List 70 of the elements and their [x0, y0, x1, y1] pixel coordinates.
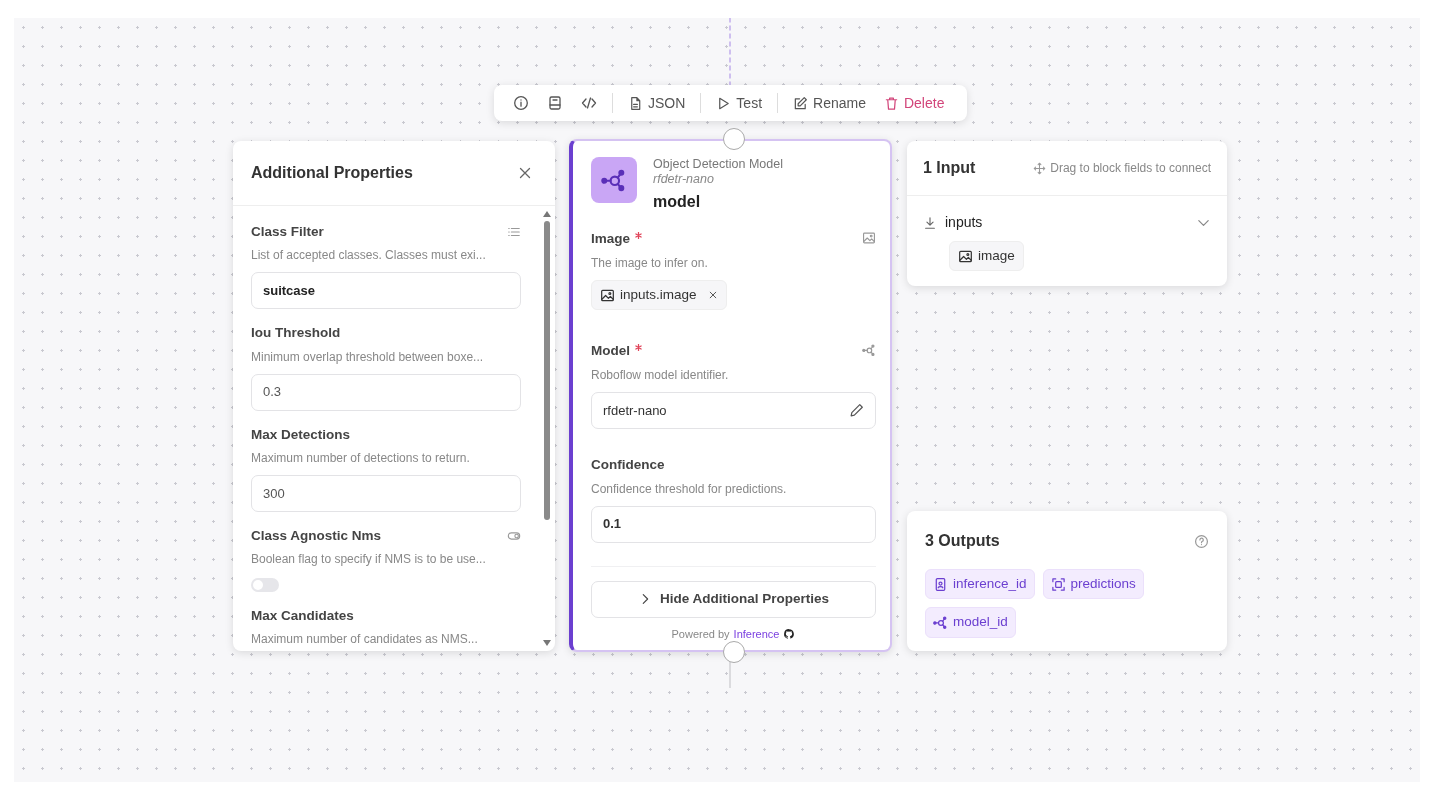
field-label: Max Detections [251, 425, 351, 444]
close-icon [517, 165, 533, 181]
scroll-up-icon[interactable] [542, 210, 552, 218]
panel-title: 1 Input [923, 158, 976, 178]
field-label: Iou Threshold [251, 324, 341, 343]
field-label: Model [591, 343, 630, 359]
code-icon [581, 95, 597, 111]
github-icon[interactable] [783, 627, 796, 640]
toolbar-button[interactable]: Delete [876, 88, 952, 118]
field-description: Maximum number of detections to return. [251, 449, 471, 467]
panel-title: Additional Properties [251, 163, 413, 183]
trash-icon [883, 95, 899, 111]
hide-properties-button[interactable]: Hide Additional Properties [591, 580, 876, 618]
info-icon [513, 95, 529, 111]
scroll-down-icon[interactable] [542, 639, 552, 647]
id-badge-icon [933, 576, 948, 592]
block-node[interactable] [569, 139, 892, 652]
toolbar-button[interactable]: Rename [786, 88, 873, 118]
graph-icon [862, 343, 876, 358]
download-icon [923, 215, 937, 230]
output-chip[interactable]: predictions [1042, 569, 1144, 600]
book-icon [547, 95, 563, 111]
number-input[interactable]: 0.3 [251, 373, 521, 411]
block-icon [591, 157, 637, 203]
field-description: The image to infer on. [591, 255, 709, 272]
block-type: Object Detection Model [653, 157, 783, 172]
input-chip[interactable]: image [949, 241, 1024, 272]
graph-icon [933, 614, 948, 630]
connection-handle[interactable] [723, 641, 745, 663]
help-icon[interactable] [1194, 533, 1209, 549]
toggle-switch[interactable] [251, 578, 279, 592]
block-name: model [653, 192, 702, 212]
block-subtitle: rfdetr-nano [653, 172, 715, 187]
field-label: Class Agnostic Nms [251, 526, 382, 545]
toolbar-button[interactable]: JSON [621, 88, 693, 118]
field-description: Roboflow model identifier. [591, 367, 730, 385]
panel-title: 3 Outputs [925, 531, 1000, 551]
field-description: Maximum number of candidates as NMS... [251, 631, 479, 649]
input-reference-chip[interactable]: inputs.image [591, 280, 727, 311]
hint-text: Drag to block fields to connect [1050, 160, 1211, 177]
image-icon [600, 287, 615, 303]
file-icon [628, 95, 643, 111]
output-chip[interactable]: model_id [925, 607, 1016, 638]
field-description: Confidence threshold for predictions. [591, 480, 788, 498]
field-description: Minimum overlap threshold between boxe... [251, 348, 485, 366]
field-description: Boolean flag to specify if NMS is to be use... [251, 551, 487, 568]
field-label: Confidence [591, 456, 665, 475]
pencil-icon[interactable] [849, 403, 864, 419]
input-group-label: inputs [945, 213, 983, 232]
number-input[interactable]: 300 [251, 474, 521, 512]
model-input[interactable]: rfdetr-nano [591, 392, 876, 430]
connector-line [728, 18, 732, 85]
field-description: List of accepted classes. Classes must exi... [251, 247, 487, 265]
field-label: Max Candidates [251, 607, 354, 625]
edit-icon [793, 95, 809, 111]
play-icon [716, 95, 732, 111]
number-input[interactable]: 0.1 [591, 505, 876, 543]
move-icon [1033, 161, 1047, 175]
tag-input[interactable]: suitcase [251, 272, 521, 310]
scan-icon [1050, 576, 1066, 592]
field-label: Image [591, 231, 631, 246]
inference-link[interactable]: Inference [733, 625, 780, 642]
output-chip[interactable]: inference_id [925, 569, 1035, 600]
image-icon [958, 248, 973, 264]
powered-by-text: Powered by [671, 626, 730, 642]
toolbar-button[interactable]: Test [709, 88, 770, 118]
image-icon [862, 231, 876, 245]
remove-icon[interactable] [707, 290, 718, 301]
connection-handle[interactable] [723, 128, 745, 150]
field-label: Class Filter [251, 223, 324, 241]
